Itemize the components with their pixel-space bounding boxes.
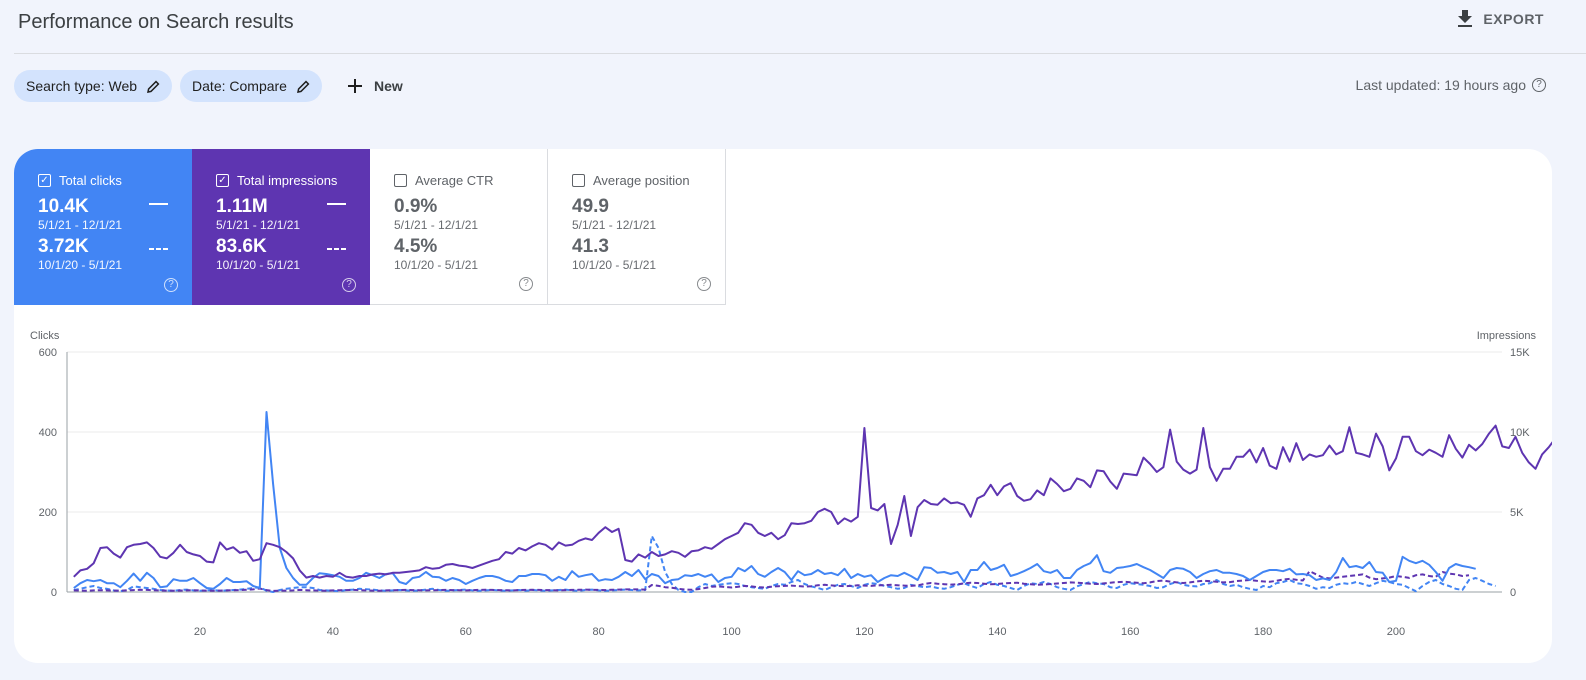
- x-tick: 100: [722, 626, 740, 638]
- performance-panel: ✓ Total clicks 10.4K 5/1/21 - 12/1/21 3.7…: [14, 149, 1552, 663]
- last-updated-text: Last updated: 19 hours ago: [1355, 77, 1526, 93]
- download-icon: [1458, 10, 1473, 27]
- filter-bar: Search type: Web Date: Compare New: [14, 70, 415, 102]
- x-tick: 80: [593, 626, 605, 638]
- y-axis-left-title: Clicks: [30, 330, 60, 342]
- pencil-icon: [147, 80, 160, 93]
- new-filter-label: New: [373, 78, 403, 94]
- page-title: Performance on Search results: [18, 11, 294, 33]
- new-filter-button[interactable]: New: [330, 70, 415, 102]
- y-tick-right: 10K: [1510, 427, 1530, 439]
- x-tick: 180: [1254, 626, 1272, 638]
- search-type-label: Search type: Web: [26, 78, 138, 94]
- x-tick: 120: [855, 626, 873, 638]
- clicks-previous-line: [73, 535, 1496, 593]
- x-tick: 20: [194, 626, 206, 638]
- pencil-icon: [297, 80, 310, 93]
- export-label: EXPORT: [1483, 11, 1544, 27]
- x-tick: 200: [1387, 626, 1405, 638]
- y-tick-left: 400: [39, 427, 57, 439]
- y-axis-right-title: Impressions: [1477, 330, 1537, 342]
- y-tick-right: 15K: [1510, 347, 1530, 359]
- performance-chart[interactable]: Clicks Impressions 0200400600 05K10K15K …: [14, 149, 1552, 663]
- x-tick: 160: [1121, 626, 1139, 638]
- header-divider: [14, 53, 1586, 54]
- x-tick: 60: [460, 626, 472, 638]
- date-compare-label: Date: Compare: [192, 78, 287, 94]
- date-compare-chip[interactable]: Date: Compare: [180, 70, 322, 102]
- x-tick: 40: [327, 626, 339, 638]
- plus-icon: [347, 79, 362, 93]
- export-button[interactable]: EXPORT: [1457, 10, 1544, 28]
- help-icon[interactable]: ?: [1532, 78, 1546, 92]
- clicks-current-line: [73, 411, 1476, 590]
- x-tick: 140: [988, 626, 1006, 638]
- top-bar: Performance on Search results EXPORT: [0, 0, 1586, 54]
- y-tick-left: 200: [39, 507, 57, 519]
- y-tick-right: 5K: [1510, 507, 1524, 519]
- search-type-chip[interactable]: Search type: Web: [14, 70, 173, 102]
- y-tick-right: 0: [1510, 587, 1516, 599]
- last-updated: Last updated: 19 hours ago ?: [1356, 77, 1546, 93]
- y-tick-left: 0: [51, 587, 57, 599]
- y-tick-left: 600: [39, 347, 57, 359]
- impressions-current-line: [73, 424, 1552, 579]
